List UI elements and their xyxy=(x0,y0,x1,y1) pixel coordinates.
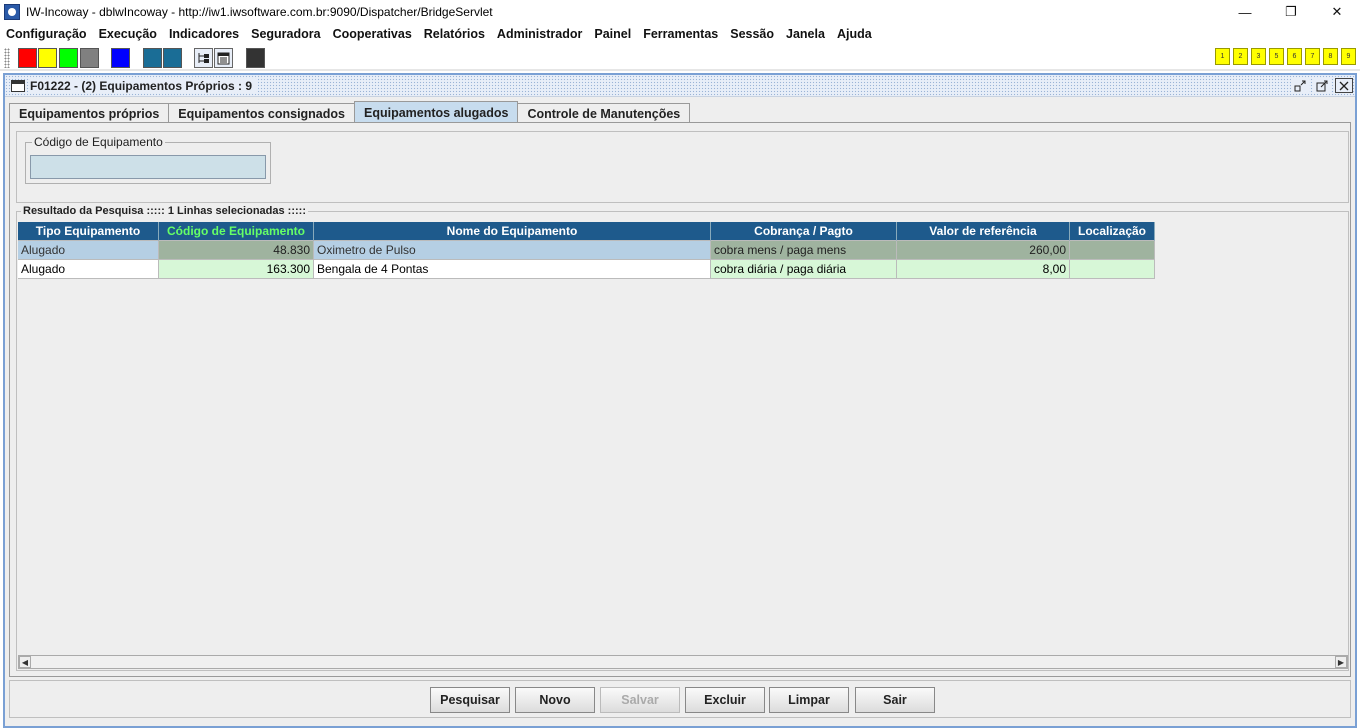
menu-configuracao[interactable]: Configuração xyxy=(6,27,87,41)
window-title: IW-Incoway - dblwIncoway - http://iw1.iw… xyxy=(26,5,493,19)
equipment-code-group: Código de Equipamento xyxy=(25,135,271,184)
exit-button[interactable]: Sair xyxy=(855,687,935,713)
quick-slot-9[interactable]: 9 xyxy=(1341,48,1356,65)
delete-button[interactable]: Excluir xyxy=(685,687,765,713)
menu-indicadores[interactable]: Indicadores xyxy=(169,27,239,41)
horizontal-scrollbar[interactable]: ◀ ▶ xyxy=(18,655,1348,669)
column-header-nome[interactable]: Nome do Equipamento xyxy=(314,222,711,241)
cell-valor[interactable]: 8,00 xyxy=(897,260,1070,279)
column-header-tipo[interactable]: Tipo Equipamento xyxy=(18,222,159,241)
result-legend: Resultado da Pesquisa ::::: 1 Linhas sel… xyxy=(21,205,308,217)
cell-cobranca[interactable]: cobra mens / paga mens xyxy=(711,241,897,260)
menu-seguradora[interactable]: Seguradora xyxy=(251,27,320,41)
close-button[interactable]: ✕ xyxy=(1314,0,1360,24)
scroll-left-icon[interactable]: ◀ xyxy=(19,656,31,668)
tab-controle-manutencoes[interactable]: Controle de Manutenções xyxy=(517,103,691,123)
window-layout-icon[interactable] xyxy=(214,48,233,68)
menu-administrador[interactable]: Administrador xyxy=(497,27,582,41)
app-icon xyxy=(4,4,20,20)
frame-title-bar: F01222 - (2) Equipamentos Próprios : 9 xyxy=(5,75,1355,97)
column-header-codigo[interactable]: Código de Equipamento xyxy=(159,222,314,241)
tab-bar: Equipamentos próprios Equipamentos consi… xyxy=(9,101,691,123)
scroll-right-icon[interactable]: ▶ xyxy=(1335,656,1347,668)
quick-slot-2[interactable]: 2 xyxy=(1233,48,1248,65)
cell-nome[interactable]: Bengala de 4 Pontas xyxy=(314,260,711,279)
window-title-bar: IW-Incoway - dblwIncoway - http://iw1.iw… xyxy=(0,0,1360,24)
color-button-yellow[interactable] xyxy=(38,48,57,68)
cell-tipo[interactable]: Alugado xyxy=(18,241,159,260)
quick-slot-3[interactable]: 3 xyxy=(1251,48,1266,65)
menu-janela[interactable]: Janela xyxy=(786,27,825,41)
color-button-dark[interactable] xyxy=(246,48,265,68)
minimize-button[interactable]: — xyxy=(1222,0,1268,24)
color-button-teal-2[interactable] xyxy=(163,48,182,68)
menu-ferramentas[interactable]: Ferramentas xyxy=(643,27,718,41)
cell-valor[interactable]: 260,00 xyxy=(897,241,1070,260)
frame-title: F01222 - (2) Equipamentos Próprios : 9 xyxy=(30,78,259,93)
color-button-gray[interactable] xyxy=(80,48,99,68)
frame-close-icon[interactable] xyxy=(1335,78,1353,93)
column-header-localizacao[interactable]: Localização xyxy=(1070,222,1155,241)
cell-codigo[interactable]: 48.830 xyxy=(159,241,314,260)
result-panel: Resultado da Pesquisa ::::: 1 Linhas sel… xyxy=(16,205,1349,671)
frame-minimize-icon[interactable] xyxy=(1291,78,1309,93)
cell-cobranca[interactable]: cobra diária / paga diária xyxy=(711,260,897,279)
color-button-teal-1[interactable] xyxy=(143,48,162,68)
cell-nome[interactable]: Oximetro de Pulso xyxy=(314,241,711,260)
menu-sessao[interactable]: Sessão xyxy=(730,27,774,41)
column-header-valor[interactable]: Valor de referência xyxy=(897,222,1070,241)
table-row[interactable]: Alugado 48.830 Oximetro de Pulso cobra m… xyxy=(18,241,1158,260)
cell-tipo[interactable]: Alugado xyxy=(18,260,159,279)
result-table: Tipo Equipamento Código de Equipamento N… xyxy=(18,222,1158,279)
menu-cooperativas[interactable]: Cooperativas xyxy=(333,27,412,41)
menu-painel[interactable]: Painel xyxy=(594,27,631,41)
menu-relatorios[interactable]: Relatórios xyxy=(424,27,485,41)
menu-ajuda[interactable]: Ajuda xyxy=(837,27,872,41)
restore-button[interactable]: ❐ xyxy=(1268,0,1314,24)
search-panel: Código de Equipamento xyxy=(16,131,1349,203)
menu-execucao[interactable]: Execução xyxy=(99,27,157,41)
tree-view-icon[interactable] xyxy=(194,48,213,68)
action-bar: Pesquisar Novo Salvar Excluir Limpar Sai… xyxy=(9,680,1351,718)
toolbar xyxy=(0,44,1360,71)
color-button-red[interactable] xyxy=(18,48,37,68)
tab-equipamentos-proprios[interactable]: Equipamentos próprios xyxy=(9,103,170,123)
frame-controls xyxy=(1291,78,1353,93)
quick-slot-1[interactable]: 1 xyxy=(1215,48,1230,65)
cell-localizacao[interactable] xyxy=(1070,241,1155,260)
quick-slot-6[interactable]: 6 xyxy=(1287,48,1302,65)
cell-codigo[interactable]: 163.300 xyxy=(159,260,314,279)
color-button-blue[interactable] xyxy=(111,48,130,68)
column-header-cobranca[interactable]: Cobrança / Pagto xyxy=(711,222,897,241)
quick-slot-5[interactable]: 5 xyxy=(1269,48,1284,65)
quick-slot-8[interactable]: 8 xyxy=(1323,48,1338,65)
window-controls: — ❐ ✕ xyxy=(1222,0,1360,24)
equipment-code-input[interactable] xyxy=(30,155,266,179)
table-header: Tipo Equipamento Código de Equipamento N… xyxy=(18,222,1158,241)
menu-bar: Configuração Execução Indicadores Segura… xyxy=(0,24,1360,44)
quick-slot-7[interactable]: 7 xyxy=(1305,48,1320,65)
frame-maximize-icon[interactable] xyxy=(1313,78,1331,93)
equipment-code-label: Código de Equipamento xyxy=(32,135,165,149)
frame-window-icon xyxy=(11,79,25,92)
clear-button[interactable]: Limpar xyxy=(769,687,849,713)
tab-equipamentos-consignados[interactable]: Equipamentos consignados xyxy=(168,103,355,123)
cell-localizacao[interactable] xyxy=(1070,260,1155,279)
search-button[interactable]: Pesquisar xyxy=(430,687,510,713)
table-row[interactable]: Alugado 163.300 Bengala de 4 Pontas cobr… xyxy=(18,260,1158,279)
color-button-green[interactable] xyxy=(59,48,78,68)
tab-equipamentos-alugados[interactable]: Equipamentos alugados xyxy=(353,101,519,123)
internal-frame: F01222 - (2) Equipamentos Próprios : 9 E… xyxy=(3,73,1357,728)
toolbar-grip[interactable] xyxy=(4,48,10,68)
tab-panel: Código de Equipamento Resultado da Pesqu… xyxy=(9,122,1351,677)
new-button[interactable]: Novo xyxy=(515,687,595,713)
save-button[interactable]: Salvar xyxy=(600,687,680,713)
